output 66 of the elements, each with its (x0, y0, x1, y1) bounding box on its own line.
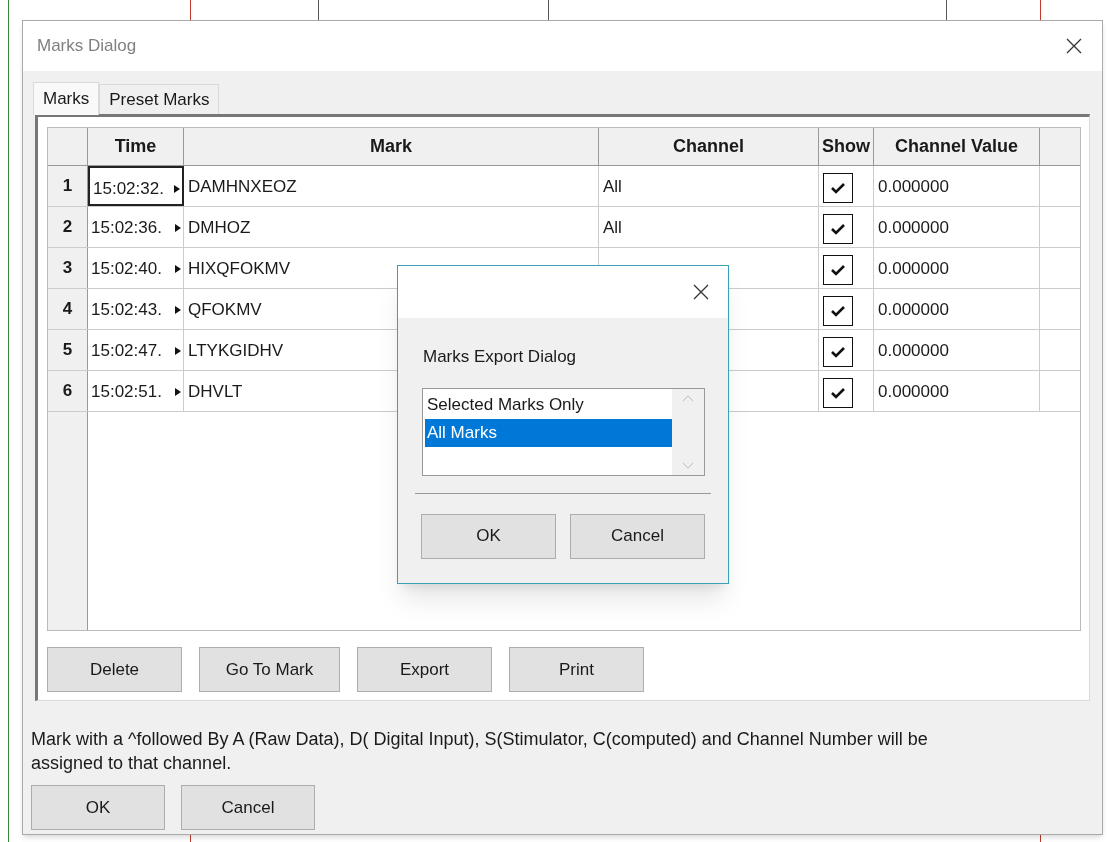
table-cell: LTYKGIDHV (188, 341, 284, 360)
overflow-arrow-icon (175, 388, 181, 396)
tab[interactable]: Preset Marks (99, 84, 220, 114)
table-cell: DAMHNXEOZ (188, 177, 297, 196)
dialog-button[interactable]: Cancel (181, 785, 315, 830)
check-icon (831, 223, 845, 235)
checkbox[interactable] (823, 296, 853, 326)
row-header: 2 (48, 207, 88, 247)
row-header: 6 (48, 371, 88, 411)
table-cell: DMHOZ (188, 218, 251, 237)
close-button[interactable] (1064, 36, 1084, 56)
column-header: Channel Value (874, 128, 1040, 165)
cell-text: 15:02:47. (91, 340, 162, 362)
overflow-arrow-icon (175, 306, 181, 314)
check-icon (831, 387, 845, 399)
cell-text: 15:02:36. (91, 217, 162, 239)
column-header: Mark (184, 128, 599, 165)
table-cell: 0.000000 (878, 218, 949, 237)
table-cell: 0.000000 (878, 259, 949, 278)
list-item[interactable]: Selected Marks Only (425, 390, 672, 419)
list-item[interactable]: All Marks (425, 418, 672, 447)
table-cell: 0.000000 (878, 382, 949, 401)
panel-button[interactable]: Go To Mark (199, 647, 340, 692)
row-header: 4 (48, 289, 88, 329)
cell-text: 15:02:43. (91, 299, 162, 321)
checkbox[interactable] (823, 337, 853, 367)
table-cell: 0.000000 (878, 300, 949, 319)
panel-button[interactable]: Print (509, 647, 644, 692)
check-icon (831, 346, 845, 358)
panel-button[interactable]: Export (357, 647, 492, 692)
overflow-arrow-icon (174, 185, 180, 193)
overflow-arrow-icon (175, 265, 181, 273)
dialog-button[interactable]: OK (31, 785, 165, 830)
table-cell: DHVLT (188, 382, 243, 401)
table-cell: QFOKMV (188, 300, 262, 319)
tab[interactable]: Marks (33, 82, 100, 115)
table-cell: All (603, 177, 622, 196)
panel-button[interactable]: Delete (47, 647, 182, 692)
column-header: Time (88, 128, 184, 165)
note-text: Mark with a ^followed By A (Raw Data), D( Digital Input), S(Stimulator, C(computed) and Channel Number will be assigned to that channel. (31, 728, 929, 775)
dialog-label: Marks Export Dialog (423, 346, 578, 368)
row-header: 3 (48, 248, 88, 288)
dialog-button[interactable]: Cancel (570, 513, 705, 559)
column-header: Show (819, 128, 874, 165)
cell-text: 15:02:32. (93, 178, 164, 200)
overflow-arrow-icon (175, 347, 181, 355)
table-cell: 0.000000 (878, 177, 949, 196)
checkbox[interactable] (823, 173, 853, 203)
column-header: Channel (599, 128, 819, 165)
checkbox[interactable] (823, 378, 853, 408)
check-icon (831, 182, 845, 194)
checkbox[interactable] (823, 255, 853, 285)
cell-text: 15:02:51. (91, 381, 162, 403)
checkbox[interactable] (823, 214, 853, 244)
table-cell: All (603, 218, 622, 237)
check-icon (831, 264, 845, 276)
overflow-arrow-icon (175, 224, 181, 232)
dialog-button[interactable]: OK (421, 513, 556, 559)
close-button[interactable] (691, 282, 711, 302)
table-cell: HIXQFOKMV (188, 259, 290, 278)
row-header: 1 (48, 166, 88, 206)
table-cell: 0.000000 (878, 341, 949, 360)
cell-text: 15:02:40. (91, 258, 162, 280)
check-icon (831, 305, 845, 317)
row-header: 5 (48, 330, 88, 370)
window-title: Marks Dialog (37, 35, 137, 58)
